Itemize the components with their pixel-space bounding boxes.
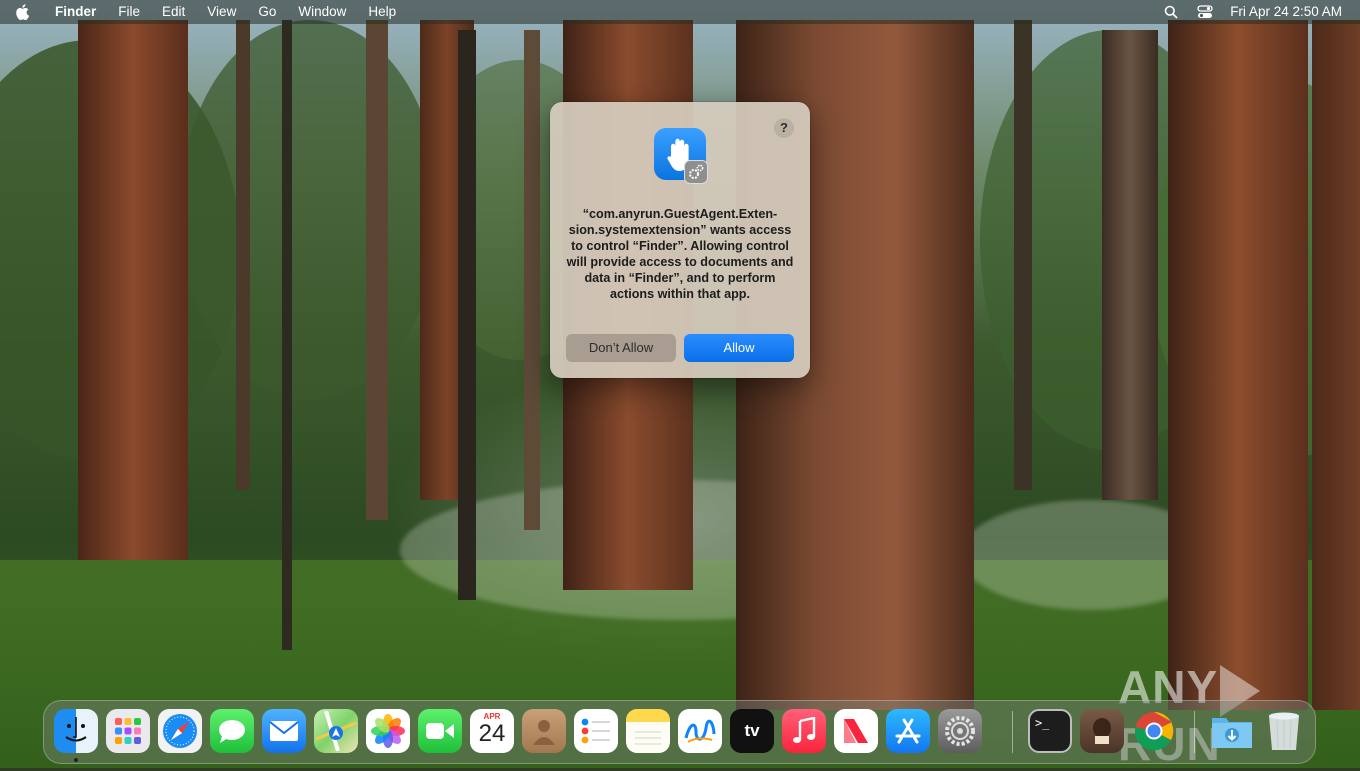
menu-window[interactable]: Window: [287, 0, 357, 24]
help-button[interactable]: ?: [774, 118, 794, 138]
photos-icon[interactable]: [366, 709, 410, 753]
control-center-icon[interactable]: [1188, 0, 1222, 24]
contacts-icon[interactable]: [522, 709, 566, 753]
menubar-clock[interactable]: Fri Apr 24 2:50 AM: [1222, 0, 1360, 24]
music-icon[interactable]: [782, 709, 826, 753]
system-settings-icon[interactable]: [938, 709, 982, 753]
calendar-day: 24: [478, 720, 506, 747]
finder-icon[interactable]: [54, 709, 98, 753]
launchpad-icon[interactable]: [106, 709, 150, 753]
menu-bar: Finder File Edit View Go Window Help Fri…: [0, 0, 1360, 24]
preview-icon[interactable]: [1080, 709, 1124, 753]
trash-icon[interactable]: [1262, 709, 1306, 753]
safari-icon[interactable]: [158, 709, 202, 753]
calendar-icon[interactable]: APR 24: [470, 709, 514, 753]
app-store-icon[interactable]: [886, 709, 930, 753]
menu-help[interactable]: Help: [357, 0, 407, 24]
downloads-folder-icon[interactable]: [1210, 709, 1254, 753]
apple-menu-icon[interactable]: [0, 0, 44, 24]
allow-button[interactable]: Allow: [684, 334, 794, 362]
dock-separator: [1012, 711, 1013, 753]
permission-dialog: ? “com.anyrun.GuestAgent.Exten-sion.syst…: [550, 102, 810, 378]
freeform-icon[interactable]: [678, 709, 722, 753]
facetime-icon[interactable]: [418, 709, 462, 753]
menu-app-name[interactable]: Finder: [44, 0, 107, 24]
notes-icon[interactable]: [626, 709, 670, 753]
dock-separator-2: [1194, 711, 1195, 753]
search-icon[interactable]: [1154, 0, 1188, 24]
tv-label: tv: [744, 721, 760, 740]
menu-go[interactable]: Go: [247, 0, 287, 24]
reminders-icon[interactable]: [574, 709, 618, 753]
gear-icon: [684, 160, 708, 184]
terminal-prompt: >_: [1035, 716, 1050, 730]
dock: APR 24 tv >_: [43, 700, 1316, 764]
menu-file[interactable]: File: [107, 0, 151, 24]
apple-tv-icon[interactable]: tv: [730, 709, 774, 753]
maps-icon[interactable]: [314, 709, 358, 753]
chrome-icon[interactable]: [1132, 709, 1176, 753]
finder-running-indicator: [74, 758, 78, 762]
news-icon[interactable]: [834, 709, 878, 753]
menu-view[interactable]: View: [196, 0, 247, 24]
messages-icon[interactable]: [210, 709, 254, 753]
dont-allow-button[interactable]: Don’t Allow: [566, 334, 676, 362]
mail-icon[interactable]: [262, 709, 306, 753]
terminal-icon[interactable]: >_: [1028, 709, 1072, 753]
menu-edit[interactable]: Edit: [151, 0, 196, 24]
dialog-message: “com.anyrun.GuestAgent.Exten-sion.system…: [566, 207, 794, 301]
